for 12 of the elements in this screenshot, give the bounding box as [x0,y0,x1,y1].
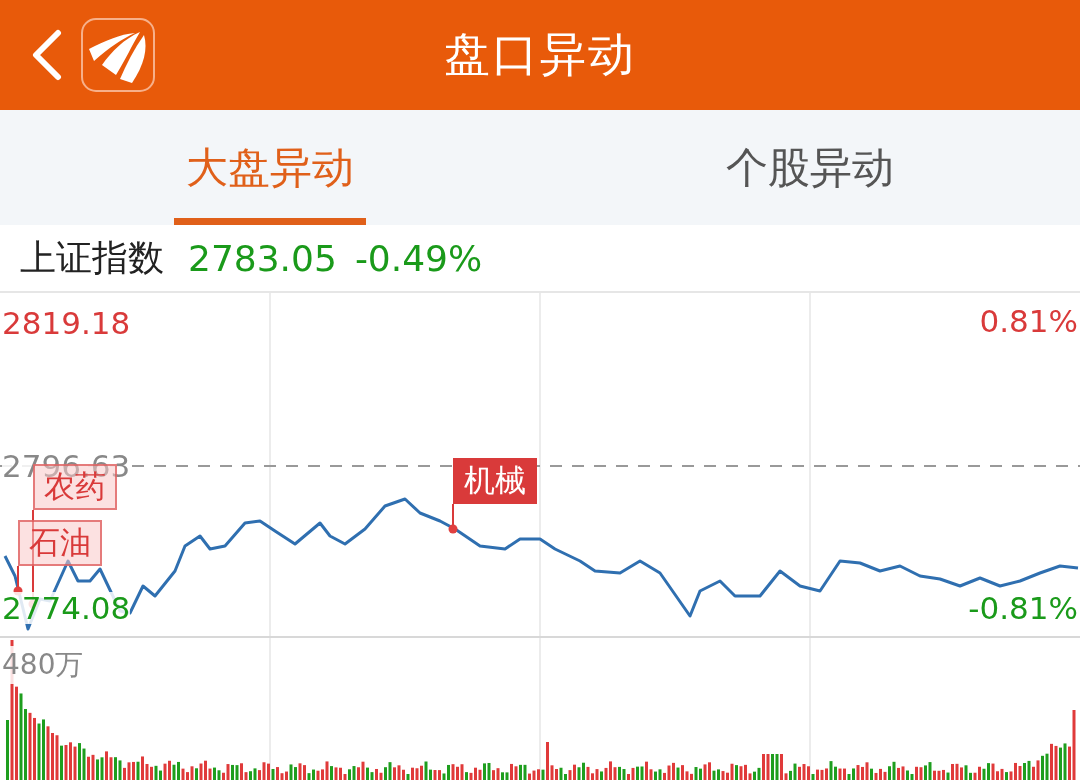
marker-stem [448,503,458,534]
index-change: -0.49% [354,237,483,279]
sector-flag[interactable]: 石油 [18,520,102,566]
index-name: 上证指数 [20,235,164,280]
tab[interactable]: 大盘异动 [174,110,366,225]
tab[interactable]: 个股异动 [714,110,906,225]
app-logo-icon [80,17,156,93]
page-title: 盘口异动 [444,26,636,83]
sector-flag[interactable]: 机械 [453,458,537,504]
volume-max-label: 480万 [2,646,84,684]
axis-label: 2774.08 [2,592,131,624]
index-price: 2783.05 [188,237,337,279]
